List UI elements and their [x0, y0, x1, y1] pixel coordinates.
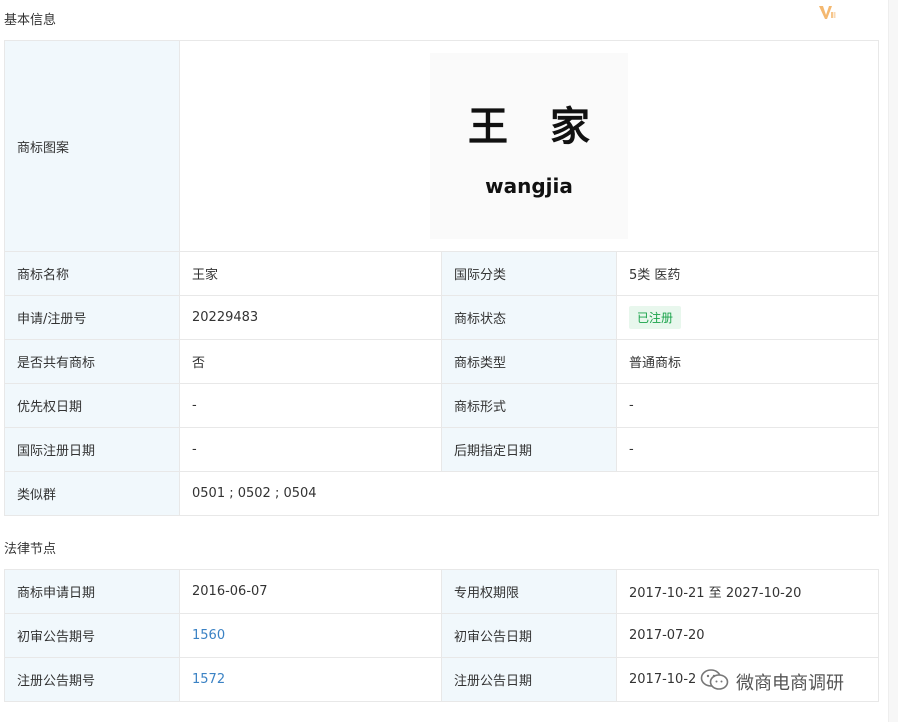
trademark-sub-text: wangjia [485, 174, 573, 198]
apply-date-value: 2016-06-07 [180, 570, 442, 614]
trademark-image: 王 家 wangjia [430, 53, 628, 239]
watermark-text: 微商电商调研 [736, 669, 844, 695]
reg-number-label: 申请/注册号 [5, 296, 180, 340]
term-value: 2017-10-21 至 2027-10-20 [617, 570, 879, 614]
table-row: 优先权日期 - 商标形式 - [5, 384, 879, 428]
trademark-name-label: 商标名称 [5, 252, 180, 296]
priority-date-label: 优先权日期 [5, 384, 180, 428]
intl-reg-date-value: - [180, 428, 442, 472]
watermark: 微商电商调研 [700, 668, 844, 696]
trademark-main-text: 王 家 [468, 94, 604, 152]
prelim-date-label: 初审公告日期 [442, 614, 617, 658]
basic-info-table: 商标图案 王 家 wangjia 商标名称 王家 国际分类 5类 医药 申请/注… [4, 40, 879, 516]
reg-number-value: 20229483 [180, 296, 442, 340]
wechat-icon [700, 668, 730, 696]
table-row: 商标名称 王家 国际分类 5类 医药 [5, 252, 879, 296]
reg-issue-label: 注册公告期号 [5, 658, 180, 702]
trademark-name-value: 王家 [180, 252, 442, 296]
table-row: 申请/注册号 20229483 商标状态 已注册 [5, 296, 879, 340]
intl-class-value: 5类 医药 [617, 252, 879, 296]
status-badge: 已注册 [629, 306, 681, 329]
similar-group-value: 0501 ; 0502 ; 0504 [180, 472, 879, 516]
intl-class-label: 国际分类 [442, 252, 617, 296]
prelim-date-value: 2017-07-20 [617, 614, 879, 658]
term-label: 专用权期限 [442, 570, 617, 614]
later-designation-value: - [617, 428, 879, 472]
reg-issue-cell: 1572 [180, 658, 442, 702]
prelim-issue-cell: 1560 [180, 614, 442, 658]
type-label: 商标类型 [442, 340, 617, 384]
reg-issue-link[interactable]: 1572 [192, 672, 225, 687]
type-value: 普通商标 [617, 340, 879, 384]
table-row: 类似群 0501 ; 0502 ; 0504 [5, 472, 879, 516]
shared-value: 否 [180, 340, 442, 384]
status-cell: 已注册 [617, 296, 879, 340]
table-row: 是否共有商标 否 商标类型 普通商标 [5, 340, 879, 384]
intl-reg-date-label: 国际注册日期 [5, 428, 180, 472]
reg-date-label: 注册公告日期 [442, 658, 617, 702]
shared-label: 是否共有商标 [5, 340, 180, 384]
logo-label: 商标图案 [5, 41, 180, 252]
apply-date-label: 商标申请日期 [5, 570, 180, 614]
form-value: - [617, 384, 879, 428]
later-designation-label: 后期指定日期 [442, 428, 617, 472]
logo-cell: 王 家 wangjia [180, 41, 879, 252]
scrollbar[interactable] [888, 0, 898, 722]
table-row: 国际注册日期 - 后期指定日期 - [5, 428, 879, 472]
vip-icon[interactable] [818, 4, 836, 20]
similar-group-label: 类似群 [5, 472, 180, 516]
section-title-legal: 法律节点 [4, 538, 56, 557]
prelim-issue-link[interactable]: 1560 [192, 628, 225, 643]
priority-date-value: - [180, 384, 442, 428]
section-title-basic: 基本信息 [4, 9, 56, 28]
form-label: 商标形式 [442, 384, 617, 428]
prelim-issue-label: 初审公告期号 [5, 614, 180, 658]
logo-row: 商标图案 王 家 wangjia [5, 41, 879, 252]
table-row: 商标申请日期 2016-06-07 专用权期限 2017-10-21 至 202… [5, 570, 879, 614]
table-row: 初审公告期号 1560 初审公告日期 2017-07-20 [5, 614, 879, 658]
status-label: 商标状态 [442, 296, 617, 340]
